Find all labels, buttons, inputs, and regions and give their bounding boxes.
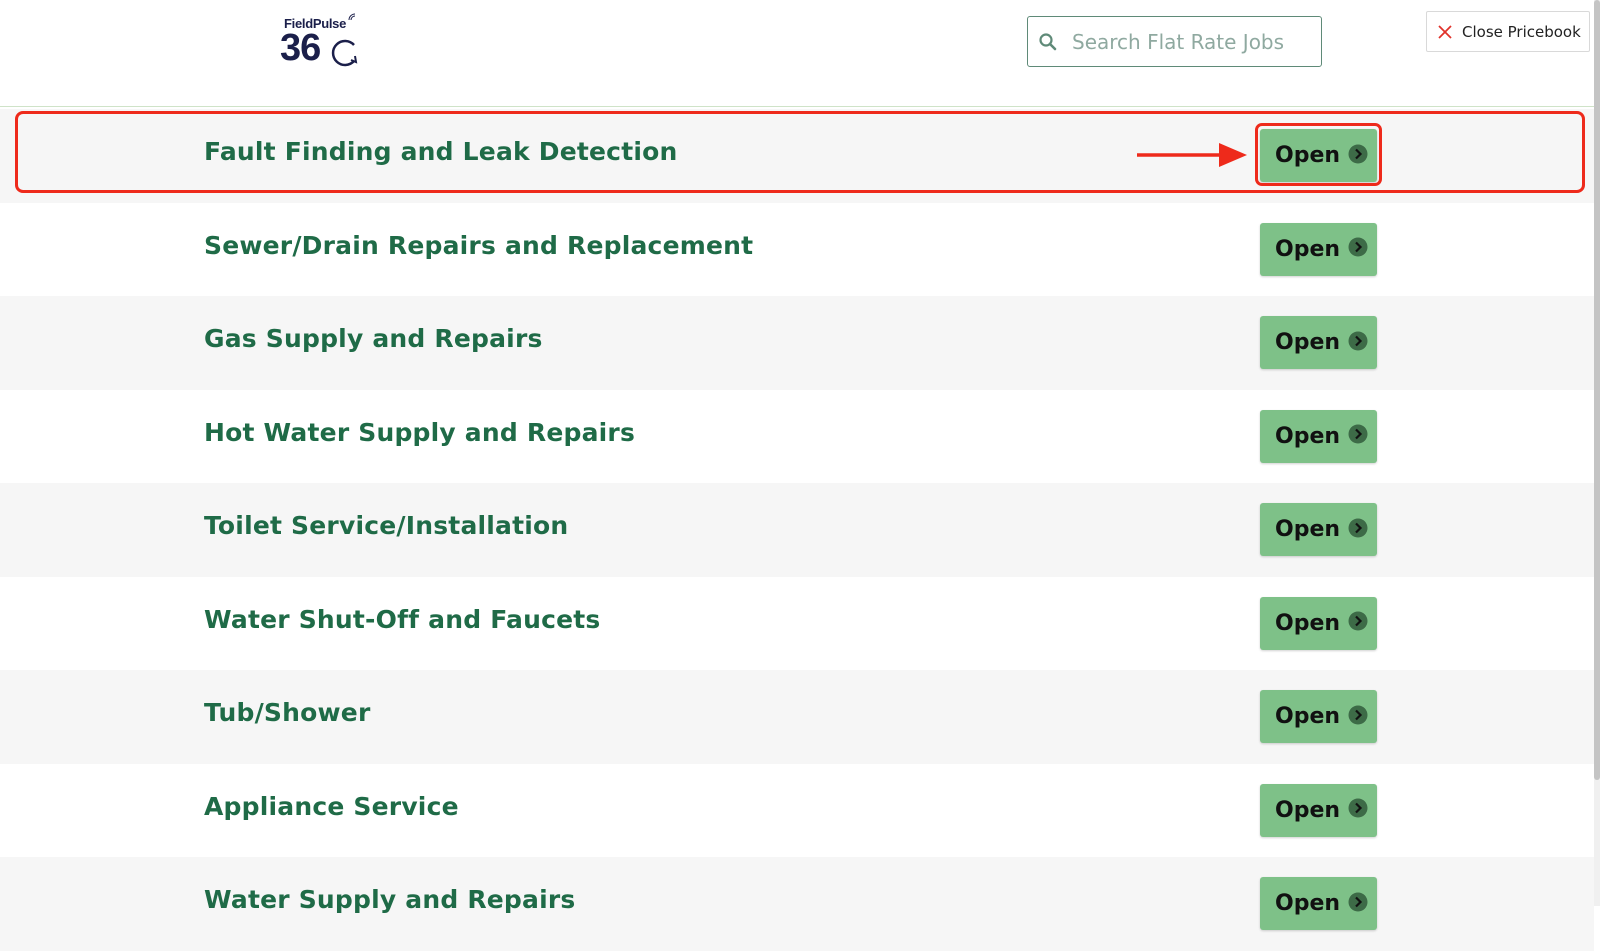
category-title: Sewer/Drain Repairs and Replacement [204, 230, 754, 260]
category-title: Tub/Shower [204, 698, 371, 727]
open-button-label: Open [1275, 797, 1341, 823]
open-button[interactable]: Open [1260, 783, 1377, 837]
open-button-label: Open [1275, 236, 1341, 262]
category-row: Water Shut-Off and Faucets Open [0, 576, 1594, 670]
open-button[interactable]: Open [1260, 596, 1377, 650]
search-input[interactable] [1070, 25, 1314, 59]
category-row: Tub/Shower Open [0, 670, 1594, 764]
category-list: Fault Finding and Leak Detection Open Se… [0, 109, 1594, 951]
chevron-right-icon [1348, 144, 1368, 163]
fieldpulse-logo[interactable]: FieldPulse 36 [280, 13, 364, 72]
search-icon [1039, 33, 1057, 51]
category-title: Gas Supply and Repairs [204, 324, 543, 353]
category-row: Sewer/Drain Repairs and Replacement Open [0, 202, 1594, 296]
chevron-right-icon [1348, 705, 1368, 724]
close-pricebook-button[interactable]: Close Pricebook [1426, 11, 1590, 52]
category-title: Fault Finding and Leak Detection [204, 137, 678, 166]
logo-main-text: 36 [280, 27, 321, 69]
chevron-right-icon [1348, 424, 1368, 444]
open-button-label: Open [1275, 330, 1341, 355]
chevron-right-icon [1348, 237, 1368, 257]
search-box[interactable] [1027, 16, 1322, 67]
category-title: Hot Water Supply and Repairs [204, 417, 636, 447]
category-row: Fault Finding and Leak Detection Open [0, 109, 1594, 203]
open-button-label: Open [1275, 423, 1341, 449]
chevron-right-icon [1348, 518, 1368, 537]
open-button-label: Open [1275, 704, 1341, 729]
open-button[interactable]: Open [1260, 129, 1377, 182]
chevron-right-icon [1348, 798, 1368, 818]
open-button[interactable]: Open [1260, 222, 1377, 276]
category-title: Toilet Service/Installation [204, 511, 569, 540]
signal-mark-icon [348, 13, 356, 21]
logo-ring-icon [331, 39, 358, 67]
chevron-right-icon [1348, 611, 1368, 631]
open-button-label: Open [1275, 891, 1341, 916]
category-row: Gas Supply and Repairs Open [0, 296, 1594, 390]
open-button-label: Open [1275, 143, 1341, 168]
open-button[interactable]: Open [1260, 877, 1377, 930]
category-title: Water Shut-Off and Faucets [204, 604, 601, 634]
category-row: Appliance Service Open [0, 763, 1594, 857]
open-button[interactable]: Open [1260, 409, 1377, 463]
scrollbar-thumb[interactable] [1594, 0, 1600, 780]
category-row: Water Supply and Repairs Open [0, 857, 1594, 951]
category-title: Water Supply and Repairs [204, 885, 576, 914]
open-button[interactable]: Open [1260, 690, 1377, 743]
chevron-right-icon [1348, 892, 1368, 911]
open-button-label: Open [1275, 610, 1341, 636]
open-button-label: Open [1275, 517, 1341, 542]
category-row: Hot Water Supply and Repairs Open [0, 389, 1594, 483]
header: FieldPulse 36 Close Pricebook [0, 0, 1600, 107]
close-icon [1438, 24, 1452, 39]
open-button[interactable]: Open [1260, 503, 1377, 556]
chevron-right-icon [1348, 331, 1368, 350]
category-row: Toilet Service/Installation Open [0, 483, 1594, 577]
close-pricebook-label: Close Pricebook [1462, 22, 1581, 41]
open-button[interactable]: Open [1260, 316, 1377, 369]
scrollbar[interactable] [1594, 0, 1600, 906]
category-title: Appliance Service [204, 791, 459, 821]
